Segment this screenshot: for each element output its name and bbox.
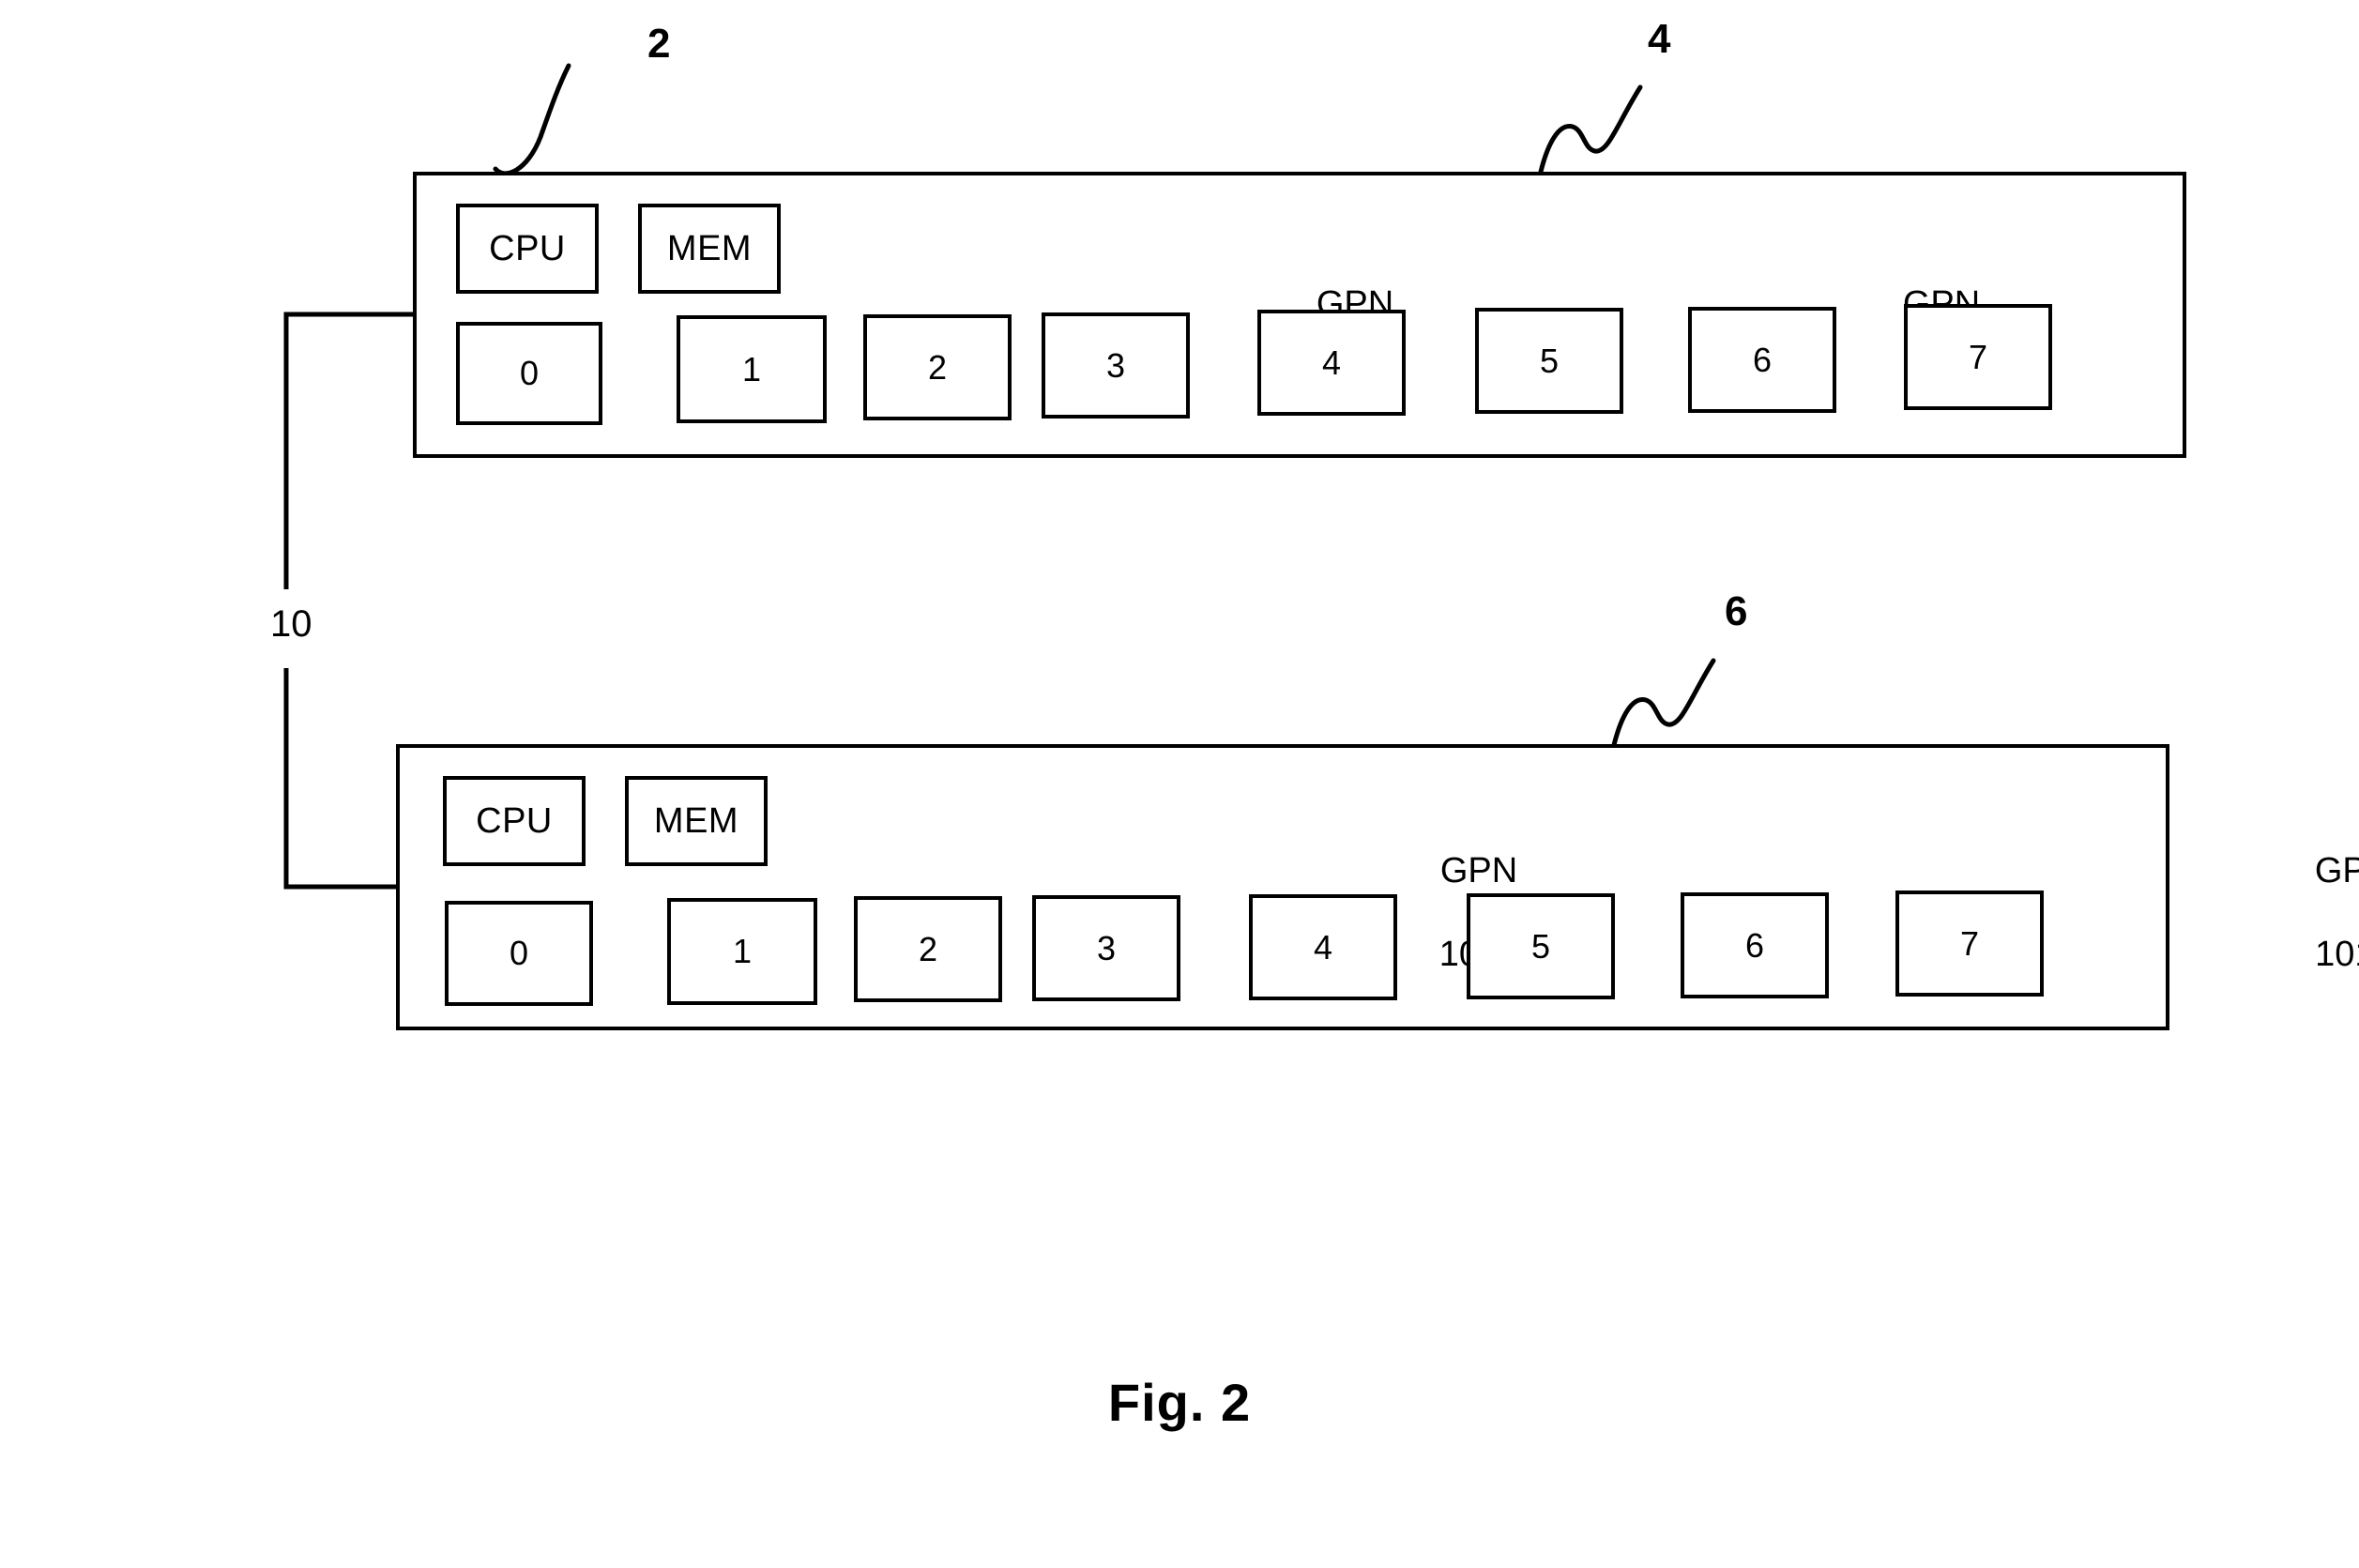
processor-box-node-1-1: 1	[677, 315, 827, 423]
processor-box-node-1-0: 0	[456, 322, 602, 425]
processor-box-node-2-4: 4	[1249, 894, 1397, 1000]
node-panel-1: CPU MEM GPN 1000 GPN 1001 0 1 2 3 4 5 6 …	[413, 172, 2186, 458]
processor-box-node-2-7: 7	[1895, 891, 2044, 997]
node-panel-2: CPU MEM GPN 1010 GPN 1011 0 1 2 3 4 5 6 …	[396, 744, 2359, 1030]
reference-numeral-2: 2	[647, 21, 671, 67]
processor-box-node-1-4: 4	[1257, 310, 1406, 416]
gpn-label-1011: GPN 1011	[2264, 808, 2359, 1018]
patent-figure: 2 4 6 10 CPU MEM GPN 1000 GPN 1001 0 1 2…	[0, 0, 2359, 1568]
processor-box-node-2-2: 2	[854, 896, 1002, 1002]
processor-box-node-1-2: 2	[863, 314, 1012, 420]
gpn-title: GPN	[1439, 850, 1518, 891]
cpu-box-node-2: CPU	[443, 776, 586, 866]
processor-box-node-1-3: 3	[1042, 312, 1190, 419]
cpu-box-node-1: CPU	[456, 204, 599, 294]
gpn-value: 1011	[2315, 935, 2359, 975]
processor-box-node-2-1: 1	[667, 898, 817, 1005]
processor-box-node-1-6: 6	[1688, 307, 1836, 413]
mem-box-node-1: MEM	[638, 204, 781, 294]
processor-box-node-1-5: 5	[1475, 308, 1623, 414]
gpn-title: GPN	[2314, 850, 2359, 891]
figure-caption: Fig. 2	[1107, 1373, 1252, 1432]
processor-box-node-2-0: 0	[445, 901, 593, 1006]
processor-box-node-2-5: 5	[1467, 893, 1615, 999]
reference-numeral-4: 4	[1648, 16, 1671, 62]
mem-box-node-2: MEM	[625, 776, 768, 866]
processor-box-node-2-3: 3	[1032, 895, 1180, 1001]
processor-box-node-2-6: 6	[1681, 892, 1829, 998]
processor-box-node-1-7: 7	[1904, 304, 2052, 410]
reference-numeral-6: 6	[1725, 588, 1748, 634]
reference-numeral-10: 10	[270, 603, 312, 645]
